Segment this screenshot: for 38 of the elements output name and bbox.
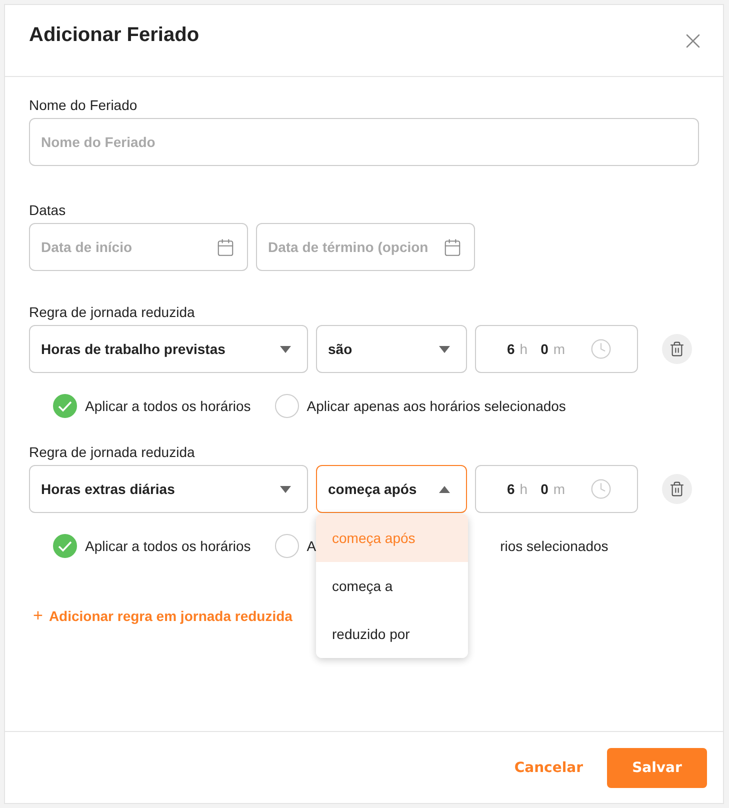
caret-icon bbox=[439, 346, 450, 352]
radio-label: rios selecionados bbox=[500, 538, 608, 554]
radio-button[interactable] bbox=[274, 394, 299, 418]
metric-select[interactable]: Horas de trabalho previstas bbox=[29, 325, 308, 373]
menu-item[interactable]: começa a bbox=[316, 562, 468, 610]
date-field[interactable]: Data de término (opcion bbox=[256, 223, 475, 271]
rule-label: Regra de jornada reduzida bbox=[29, 444, 196, 460]
radio-label: Aplicar a todos os horários bbox=[85, 398, 251, 414]
trash-icon bbox=[669, 341, 685, 357]
field-label: Datas bbox=[29, 202, 67, 218]
radio-button[interactable] bbox=[53, 394, 77, 418]
calendar-icon bbox=[443, 238, 462, 256]
caret-icon bbox=[280, 486, 291, 492]
dialog-title: Adicionar Feriado bbox=[29, 24, 200, 47]
radio-button[interactable] bbox=[274, 534, 299, 558]
operator-select[interactable]: são bbox=[316, 325, 467, 373]
duration-field[interactable]: 6 h 0 m bbox=[475, 325, 638, 373]
check-icon bbox=[58, 540, 72, 552]
trash-icon bbox=[669, 481, 685, 497]
radio-label: A bbox=[306, 538, 316, 554]
clock-icon bbox=[590, 478, 612, 500]
caret-icon bbox=[280, 346, 291, 352]
radio-label: Aplicar a todos os horários bbox=[85, 538, 251, 554]
name-field[interactable]: Nome do Feriado bbox=[29, 118, 699, 166]
radio-button[interactable] bbox=[53, 534, 77, 558]
date-field[interactable]: Data de início bbox=[29, 223, 248, 271]
calendar-icon bbox=[216, 238, 235, 256]
check-icon bbox=[58, 400, 72, 412]
duration-field[interactable]: 6 h 0 m bbox=[475, 465, 638, 513]
menu-item[interactable]: reduzido por bbox=[316, 610, 468, 658]
delete-button[interactable] bbox=[662, 474, 692, 504]
caret-icon bbox=[439, 486, 450, 492]
metric-select[interactable]: Horas extras diárias bbox=[29, 465, 308, 513]
field-label: Nome do Feriado bbox=[29, 97, 138, 113]
delete-button[interactable] bbox=[662, 334, 692, 364]
radio-label: Aplicar apenas aos horários selecionados bbox=[306, 398, 566, 414]
clock-icon bbox=[590, 338, 612, 360]
rule-label: Regra de jornada reduzida bbox=[29, 304, 196, 320]
